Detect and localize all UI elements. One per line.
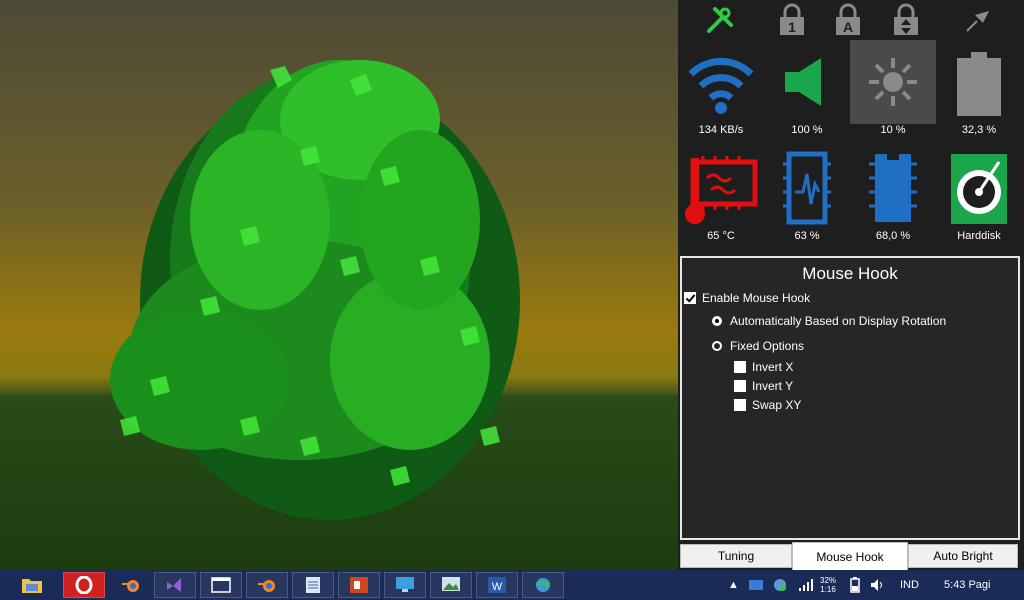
- clock[interactable]: 5:43 Pagi: [944, 570, 990, 600]
- visual-studio-icon[interactable]: [154, 572, 196, 598]
- num-lock-label: 1: [788, 19, 796, 35]
- volume-label: 100 %: [791, 124, 823, 136]
- battery-label: 32,3 %: [961, 124, 997, 136]
- mouse-hook-panel: Mouse Hook Enable Mouse Hook Automatical…: [680, 256, 1020, 540]
- cpu-temp-label: 65 °C: [707, 230, 735, 242]
- pin-icon[interactable]: [958, 2, 998, 38]
- file-explorer-icon[interactable]: [4, 572, 60, 598]
- speaker-icon[interactable]: [870, 570, 886, 600]
- window-app-icon[interactable]: [200, 572, 242, 598]
- tab-mouse-hook[interactable]: Mouse Hook: [792, 542, 908, 570]
- brightness-icon: [850, 40, 936, 124]
- tray-app-icon[interactable]: [748, 570, 764, 600]
- caps-lock-label: A: [843, 19, 853, 35]
- volume-tile[interactable]: 100 %: [764, 40, 850, 144]
- memory-icon: [850, 146, 936, 230]
- checkbox-box[interactable]: [684, 292, 696, 304]
- volume-icon: [764, 40, 850, 124]
- brightness-tile[interactable]: 10 %: [850, 40, 936, 144]
- checkbox-box[interactable]: [734, 399, 746, 411]
- mouse-hook-title: Mouse Hook: [802, 264, 898, 283]
- harddisk-icon: [936, 146, 1022, 230]
- globe-app-icon[interactable]: [522, 572, 564, 598]
- checkbox-box[interactable]: [734, 380, 746, 392]
- tray-cpu-clock[interactable]: 32% 1:16: [820, 570, 836, 600]
- tab-bar: Tuning Mouse Hook Auto Bright: [678, 542, 1024, 570]
- desktop-wallpaper: [0, 0, 678, 570]
- network-tile[interactable]: 134 KB/s: [678, 40, 764, 144]
- cpu-temp-icon: [678, 146, 764, 230]
- svg-text:W: W: [492, 581, 503, 593]
- battery-tile[interactable]: 32,3 %: [936, 40, 1022, 144]
- remote-desktop-icon[interactable]: [384, 572, 426, 598]
- invert-x-checkbox[interactable]: Invert X: [734, 360, 793, 374]
- invert-y-checkbox[interactable]: Invert Y: [734, 379, 793, 393]
- fixed-options-radio[interactable]: Fixed Options: [712, 339, 804, 353]
- blender-icon[interactable]: [246, 572, 288, 598]
- opera-icon[interactable]: [63, 572, 105, 598]
- radio-button[interactable]: [712, 341, 722, 351]
- tray-show-hidden-icon[interactable]: ▲: [728, 570, 739, 600]
- cpu-usage-icon: [764, 146, 850, 230]
- checkbox-box[interactable]: [734, 361, 746, 373]
- cpu-temp-tile[interactable]: 65 °C: [678, 146, 764, 250]
- harddisk-label: Harddisk: [957, 230, 1001, 242]
- top-icon-bar: 1 A: [678, 0, 1024, 40]
- invert-x-label: Invert X: [752, 360, 794, 374]
- blender-icon[interactable]: [108, 572, 154, 598]
- cpu-usage-tile[interactable]: 63 %: [764, 146, 850, 250]
- auto-rotation-label: Automatically Based on Display Rotation: [730, 314, 947, 328]
- tree-wallpaper-image: [0, 60, 678, 570]
- memory-tile[interactable]: 68,0 %: [850, 146, 936, 250]
- tray-cpu-top: 32%: [820, 576, 837, 585]
- fixed-options-label: Fixed Options: [730, 339, 805, 353]
- image-viewer-icon[interactable]: [430, 572, 472, 598]
- cpu-usage-label: 63 %: [794, 230, 820, 242]
- battery-tray-icon[interactable]: [850, 570, 860, 600]
- swap-xy-checkbox[interactable]: Swap XY: [734, 398, 801, 412]
- invert-y-label: Invert Y: [752, 379, 794, 393]
- tab-tuning[interactable]: Tuning: [680, 544, 792, 568]
- wifi-icon: [678, 40, 764, 124]
- brightness-label: 10 %: [880, 124, 906, 136]
- tray-network-share-icon[interactable]: [772, 570, 788, 600]
- num-lock-icon[interactable]: 1: [772, 2, 812, 38]
- auto-rotation-radio[interactable]: Automatically Based on Display Rotation: [712, 314, 946, 328]
- powerpoint-icon[interactable]: [338, 572, 380, 598]
- network-speed-label: 134 KB/s: [698, 124, 744, 136]
- tray-cpu-bottom: 1:16: [820, 585, 836, 594]
- memory-label: 68,0 %: [875, 230, 911, 242]
- battery-icon: [936, 40, 1022, 124]
- enable-mouse-hook-checkbox[interactable]: Enable Mouse Hook: [684, 291, 810, 305]
- tab-auto-bright[interactable]: Auto Bright: [908, 544, 1018, 568]
- notepad-icon[interactable]: [292, 572, 334, 598]
- taskbar: W ▲ 32% 1:16 IND 5:43 Pagi: [0, 570, 1024, 600]
- swap-xy-label: Swap XY: [752, 398, 802, 412]
- caps-lock-icon[interactable]: A: [828, 2, 868, 38]
- radio-button[interactable]: [712, 316, 722, 326]
- signal-icon[interactable]: [798, 570, 814, 600]
- language-indicator[interactable]: IND: [900, 570, 919, 600]
- harddisk-tile[interactable]: Harddisk: [936, 146, 1022, 250]
- tools-icon[interactable]: [700, 2, 740, 38]
- enable-mouse-hook-label: Enable Mouse Hook: [702, 291, 811, 305]
- scroll-lock-icon[interactable]: [886, 2, 926, 38]
- word-icon[interactable]: W: [476, 572, 518, 598]
